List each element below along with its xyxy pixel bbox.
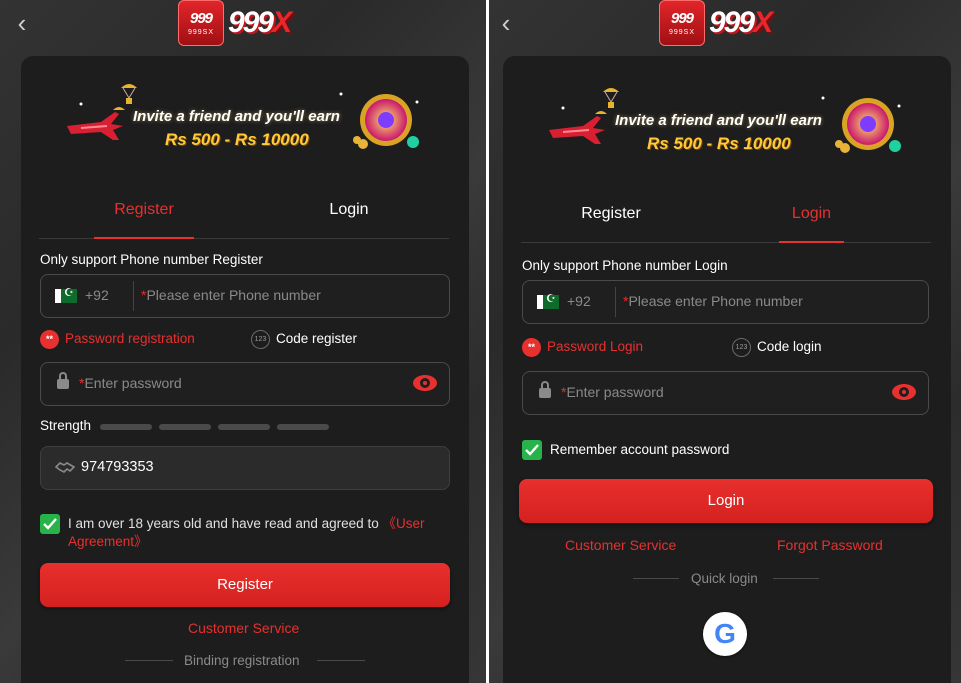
lock-icon xyxy=(539,381,551,399)
remember-checkbox[interactable] xyxy=(522,440,542,460)
logo-badge-subtext: 999SX xyxy=(668,29,696,36)
code-login-option[interactable]: Code login xyxy=(757,339,822,354)
code-register-option[interactable]: Code register xyxy=(276,331,357,346)
divider-line xyxy=(125,660,173,661)
strength-label: Strength xyxy=(40,418,92,433)
divider-line xyxy=(317,660,365,661)
banner-reward: Rs 500 - Rs 10000 xyxy=(165,130,309,149)
customer-service-link[interactable]: Customer Service xyxy=(188,620,299,636)
forgot-password-link[interactable]: Forgot Password xyxy=(777,537,883,553)
strength-bar xyxy=(100,424,152,430)
invite-banner[interactable]: Invite a friend and you'll earn Rs 500 -… xyxy=(61,82,431,162)
tab-login[interactable]: Login xyxy=(774,192,849,243)
back-arrow-icon[interactable]: ‹ xyxy=(492,10,520,38)
login-button[interactable]: Login xyxy=(519,479,933,523)
airplane-icon xyxy=(67,112,123,140)
banner-headline: Invite a friend and you'll earn xyxy=(133,108,340,125)
register-card: Invite a friend and you'll earn Rs 500 -… xyxy=(21,56,469,683)
agree-checkbox[interactable] xyxy=(40,514,60,534)
invite-banner[interactable]: Invite a friend and you'll earn Rs 500 -… xyxy=(543,86,913,166)
logo-wordmark: 999X xyxy=(228,6,292,39)
register-mode-row: ** Password registration 123 Code regist… xyxy=(40,329,448,351)
strength-bar xyxy=(277,424,329,430)
lock-icon xyxy=(57,372,69,390)
binding-registration-label: Binding registration xyxy=(184,653,300,668)
tab-register[interactable]: Register xyxy=(89,188,199,239)
pakistan-flag-icon xyxy=(55,286,77,303)
phone-field[interactable]: +92 *Please enter Phone number xyxy=(522,280,929,324)
logo-badge-subtext: 999SX xyxy=(187,29,215,36)
banner-headline: Invite a friend and you'll earn xyxy=(615,112,822,129)
section-label: Only support Phone number Login xyxy=(522,258,728,273)
phone-input[interactable]: *Please enter Phone number xyxy=(623,281,913,321)
pakistan-flag-icon xyxy=(537,292,559,309)
code-mode-icon: 123 xyxy=(732,338,751,357)
login-mode-row: ** Password Login 123 Code login xyxy=(522,337,930,359)
handshake-icon xyxy=(54,459,76,475)
password-mode-icon: ** xyxy=(522,338,541,357)
login-card: Invite a friend and you'll earn Rs 500 -… xyxy=(503,56,951,683)
tab-login[interactable]: Login xyxy=(294,188,404,238)
strength-bar xyxy=(159,424,211,430)
divider-line xyxy=(633,578,679,579)
divider-line xyxy=(773,578,819,579)
field-divider xyxy=(615,287,616,317)
invite-code-field[interactable]: 974793353 xyxy=(40,446,450,490)
quick-login-label: Quick login xyxy=(691,571,758,586)
password-registration-option[interactable]: Password registration xyxy=(65,331,195,346)
prize-wheel-icon xyxy=(353,94,419,149)
logo-wordmark: 999X xyxy=(709,6,773,39)
country-code[interactable]: +92 xyxy=(85,287,109,303)
logo-badge-text: 999 xyxy=(670,10,694,27)
remember-label[interactable]: Remember account password xyxy=(550,442,729,457)
password-strength: Strength xyxy=(40,418,448,436)
eye-icon[interactable] xyxy=(413,375,437,391)
logo-badge-text: 999 xyxy=(189,10,213,27)
phone-input[interactable]: *Please enter Phone number xyxy=(141,275,431,315)
country-code[interactable]: +92 xyxy=(567,293,591,309)
password-field[interactable]: *Enter password xyxy=(522,371,929,415)
check-icon xyxy=(43,518,57,530)
banner-reward: Rs 500 - Rs 10000 xyxy=(647,134,791,153)
logo-badge: 999 999SX xyxy=(659,0,705,46)
tab-register[interactable]: Register xyxy=(556,192,666,242)
code-mode-icon: 123 xyxy=(251,330,270,349)
login-panel: ‹ 999 999SX 999X Invite a friend and you… xyxy=(489,0,961,683)
google-login-button[interactable]: G xyxy=(703,612,747,656)
password-mode-icon: ** xyxy=(40,330,59,349)
eye-icon[interactable] xyxy=(892,384,916,400)
google-icon: G xyxy=(714,618,736,649)
parachute-icon xyxy=(595,88,619,114)
password-field[interactable]: *Enter password xyxy=(40,362,450,406)
section-label: Only support Phone number Register xyxy=(40,252,263,267)
password-input[interactable]: *Enter password xyxy=(561,372,861,412)
check-icon xyxy=(525,444,539,456)
strength-bar xyxy=(218,424,270,430)
phone-field[interactable]: +92 *Please enter Phone number xyxy=(40,274,450,318)
field-divider xyxy=(133,281,134,311)
auth-tabs: Register Login xyxy=(521,192,931,243)
parachute-icon xyxy=(113,84,137,110)
password-input[interactable]: *Enter password xyxy=(79,363,379,403)
agreement-text: I am over 18 years old and have read and… xyxy=(68,516,425,549)
invite-code-input[interactable]: 974793353 xyxy=(81,447,154,487)
auth-tabs: Register Login xyxy=(39,188,449,239)
logo-badge: 999 999SX xyxy=(178,0,224,46)
customer-service-link[interactable]: Customer Service xyxy=(565,537,676,553)
back-arrow-icon[interactable]: ‹ xyxy=(8,10,36,38)
password-login-option[interactable]: Password Login xyxy=(547,339,643,354)
airplane-icon xyxy=(549,116,605,144)
register-panel: ‹ 999 999SX 999X Invite a friend and you… xyxy=(0,0,486,683)
app-logo: 999 999SX 999X xyxy=(659,0,773,46)
app-logo: 999 999SX 999X xyxy=(178,0,292,46)
register-button[interactable]: Register xyxy=(40,563,450,607)
prize-wheel-icon xyxy=(835,98,901,153)
